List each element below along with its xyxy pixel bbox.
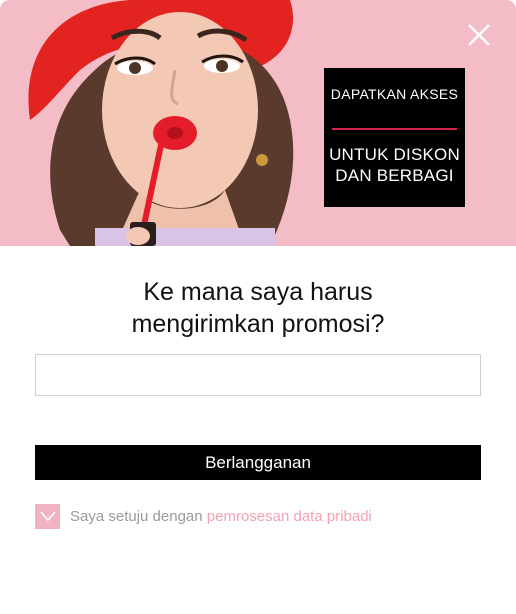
subscribe-button[interactable]: Berlangganan <box>35 445 481 480</box>
promo-box: DAPATKAN AKSES UNTUK DISKON DAN BERBAGI <box>324 68 465 207</box>
consent-text: Saya setuju dengan pemrosesan data priba… <box>70 508 372 525</box>
email-input[interactable] <box>35 354 481 396</box>
promo-discount-text: UNTUK DISKON DAN BERBAGI <box>329 145 460 185</box>
consent-row: Saya setuju dengan pemrosesan data priba… <box>35 503 372 529</box>
consent-label: Saya setuju dengan <box>70 507 203 525</box>
privacy-link[interactable]: pemrosesan data pribadi <box>207 508 372 525</box>
subscription-popup: DAPATKAN AKSES UNTUK DISKON DAN BERBAGI … <box>0 0 516 614</box>
form-heading: Ke mana saya harus mengirimkan promosi? <box>131 278 385 338</box>
promo-access-text: DAPATKAN AKSES <box>330 86 459 102</box>
close-button[interactable] <box>466 22 492 48</box>
consent-checkbox[interactable] <box>35 503 60 529</box>
promo-divider <box>332 128 457 130</box>
close-icon <box>468 24 490 46</box>
checkmark-icon <box>39 511 56 522</box>
hero-banner: DAPATKAN AKSES UNTUK DISKON DAN BERBAGI <box>0 0 516 246</box>
